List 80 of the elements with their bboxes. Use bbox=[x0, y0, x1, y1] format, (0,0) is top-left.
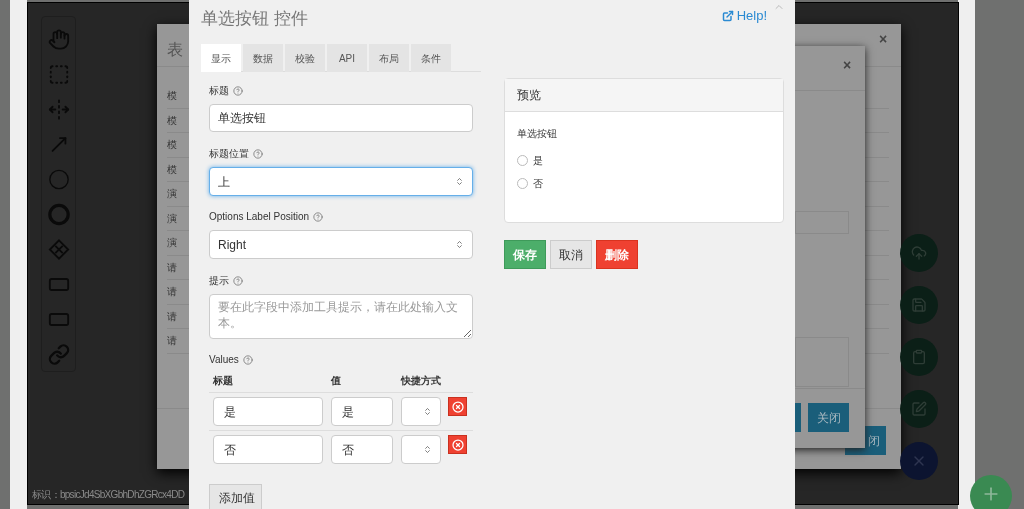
field-label: Options Label Position bbox=[209, 211, 481, 223]
help-icon bbox=[242, 355, 253, 365]
circle-icon[interactable] bbox=[47, 167, 70, 192]
remove-button[interactable] bbox=[448, 397, 467, 416]
delete-button[interactable]: 删除 bbox=[596, 240, 638, 269]
text-field[interactable]: 否 bbox=[213, 435, 323, 464]
tab[interactable]: 数据 bbox=[243, 44, 283, 72]
add-value-button[interactable]: 添加值 bbox=[209, 484, 262, 509]
cloud-upload-icon bbox=[911, 245, 927, 261]
add-fab-button[interactable] bbox=[970, 475, 1012, 509]
updown-caret-icon bbox=[423, 407, 432, 416]
tab[interactable]: 校验 bbox=[285, 44, 325, 72]
row-text: 模 bbox=[167, 113, 177, 128]
radio-label: 是 bbox=[533, 154, 543, 168]
tab[interactable]: 显示 bbox=[201, 44, 241, 72]
radio-button[interactable] bbox=[517, 155, 528, 166]
close-button[interactable]: × bbox=[879, 32, 888, 46]
field-label: 标题 bbox=[209, 85, 481, 97]
row-text: 演 bbox=[167, 187, 177, 202]
row-text: 请 bbox=[167, 334, 177, 349]
radio-button[interactable] bbox=[517, 178, 528, 189]
dashed-square-icon[interactable] bbox=[47, 62, 70, 87]
text-field[interactable]: 单选按钮 bbox=[209, 104, 473, 132]
text-field[interactable]: 是 bbox=[331, 397, 393, 426]
hand-icon[interactable] bbox=[47, 27, 70, 52]
text-field[interactable]: 是 bbox=[213, 397, 323, 426]
updown-caret-icon bbox=[455, 240, 464, 249]
row-text: 请 bbox=[167, 260, 177, 275]
identifier-text: 标识：bpsicJd4SbXGbhDhZGRcx4DD bbox=[32, 489, 185, 501]
circle-x-icon bbox=[451, 438, 464, 451]
tab[interactable]: API bbox=[327, 44, 367, 72]
row-text: 演 bbox=[167, 211, 177, 226]
select-field[interactable]: 上 bbox=[209, 167, 473, 196]
shortcut-select[interactable] bbox=[401, 397, 441, 426]
row-text: 请 bbox=[167, 309, 177, 324]
shortcut-select[interactable] bbox=[401, 435, 441, 464]
help-link[interactable]: Help! bbox=[721, 6, 767, 26]
column-header: 快捷方式 bbox=[401, 375, 441, 386]
column-header: 标题 bbox=[213, 375, 233, 386]
remove-button[interactable] bbox=[448, 435, 467, 454]
textarea-field[interactable] bbox=[795, 337, 849, 387]
help-icon bbox=[233, 86, 243, 96]
circle-x-icon bbox=[451, 400, 464, 413]
chain-link-icon[interactable] bbox=[47, 342, 70, 367]
text-field[interactable]: 否 bbox=[331, 435, 393, 464]
row-text: 模 bbox=[167, 138, 177, 153]
radio-label: 否 bbox=[533, 177, 543, 191]
input-field[interactable] bbox=[795, 211, 849, 234]
updown-caret-icon bbox=[455, 177, 464, 186]
cancel-button[interactable]: 取消 bbox=[550, 240, 592, 269]
dialog-button[interactable] bbox=[795, 403, 801, 432]
row-text: 模 bbox=[167, 162, 177, 177]
close-dialog-button[interactable]: 关闭 bbox=[808, 403, 849, 432]
tooltip-textarea[interactable]: 要在此字段中添加工具提示，请在此处输入文本。 bbox=[209, 294, 473, 339]
field-label: 单选按钮 bbox=[517, 127, 558, 141]
help-icon bbox=[253, 149, 263, 159]
edit-icon bbox=[911, 401, 927, 417]
field-label: 标题位置 bbox=[209, 148, 481, 160]
thick-circle-icon[interactable] bbox=[47, 202, 70, 227]
modal-title: 单选按钮 控件 bbox=[201, 8, 308, 30]
tab[interactable]: 条件 bbox=[411, 44, 451, 72]
tab[interactable]: 布局 bbox=[369, 44, 409, 72]
help-icon bbox=[233, 276, 243, 286]
external-link-icon bbox=[721, 9, 734, 22]
split-arrows-icon[interactable] bbox=[47, 97, 70, 122]
diamond-icon[interactable] bbox=[47, 237, 70, 262]
save-icon bbox=[911, 297, 927, 313]
field-label: 提示 bbox=[209, 275, 481, 287]
clipboard-icon bbox=[911, 349, 927, 365]
row-text: 演 bbox=[167, 236, 177, 251]
help-icon bbox=[313, 212, 324, 222]
row-text: 请 bbox=[167, 285, 177, 300]
close-button[interactable]: × bbox=[843, 58, 852, 72]
panel-header: 预览 bbox=[505, 79, 783, 112]
dialog-title: 表 bbox=[167, 40, 183, 60]
field-label: Values bbox=[209, 354, 481, 366]
column-header: 值 bbox=[331, 375, 341, 386]
updown-caret-icon bbox=[423, 445, 432, 454]
row-text: 模 bbox=[167, 89, 177, 104]
select-field[interactable]: Right bbox=[209, 230, 473, 259]
